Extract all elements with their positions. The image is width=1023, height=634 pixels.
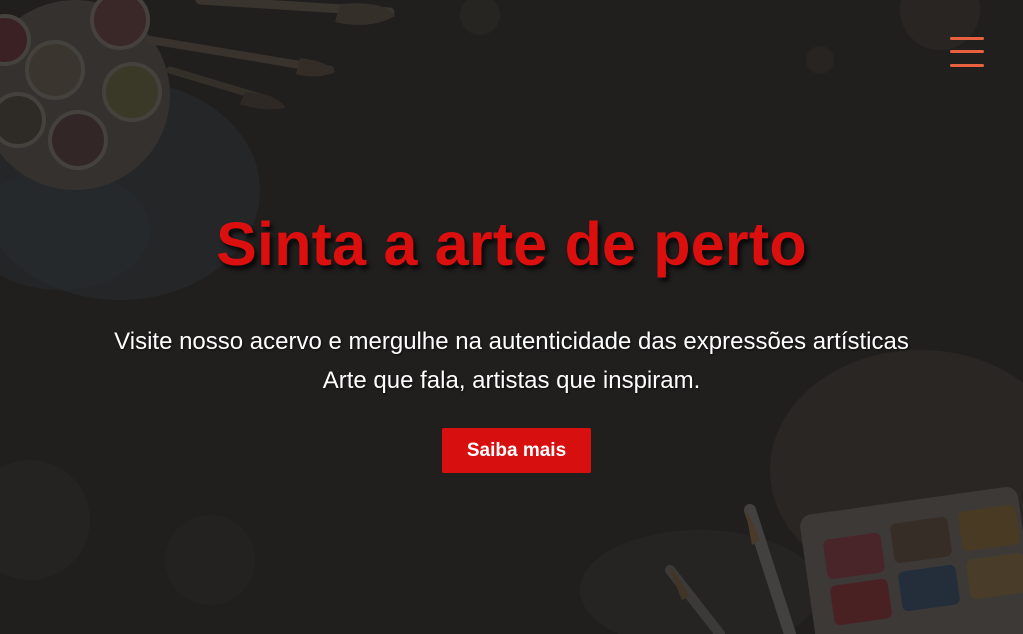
- hero-subtitle-line-1: Visite nosso acervo e mergulhe na autent…: [114, 328, 909, 355]
- hero-title: Sinta a arte de perto: [216, 210, 807, 278]
- hero-subtitle-line-2: Arte que fala, artistas que inspiram.: [322, 367, 701, 394]
- saiba-mais-button[interactable]: Saiba mais: [442, 428, 591, 473]
- hero-section: Sinta a arte de perto Visite nosso acerv…: [0, 0, 1023, 634]
- hero-subtitle: Visite nosso acervo e mergulhe na autent…: [0, 322, 1023, 400]
